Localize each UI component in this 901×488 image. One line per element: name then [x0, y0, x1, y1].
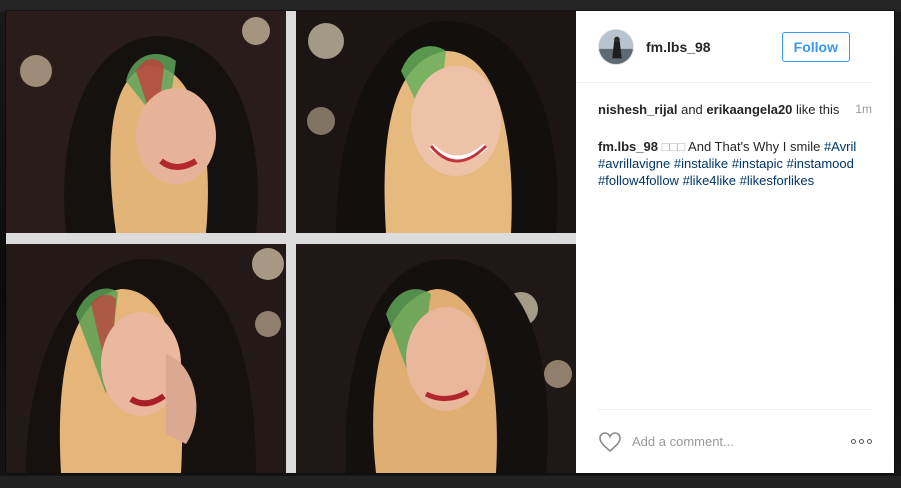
post-caption: fm.lbs_98 □□□ And That's Why I smile #Av…: [598, 138, 872, 189]
user-avatar[interactable]: [598, 28, 634, 65]
hashtag-link[interactable]: #likesforlikes: [740, 173, 814, 188]
liker-link-2[interactable]: erikaangela20: [706, 102, 792, 117]
header-username[interactable]: fm.lbs_98: [646, 39, 782, 55]
post-details: nishesh_rijal and erikaangela20 like thi…: [576, 83, 894, 409]
post-timestamp[interactable]: 1m: [855, 101, 872, 116]
photo-tile-4: [296, 244, 576, 473]
photo-tile-2: [296, 11, 576, 233]
hashtag-link[interactable]: #like4like: [683, 173, 736, 188]
hashtag-link[interactable]: #avrillavigne: [598, 156, 670, 171]
caption-text: And That's Why I smile: [685, 139, 824, 154]
backdrop-strip-bottom: [0, 476, 901, 488]
caption-symbols: □□□: [657, 139, 686, 154]
hashtag-link[interactable]: #instamood: [787, 156, 854, 171]
more-dot: [851, 439, 856, 444]
follow-button[interactable]: Follow: [781, 31, 850, 62]
post-header: fm.lbs_98 Follow: [576, 11, 872, 83]
likes-connector: and: [677, 102, 707, 117]
post-photo-collage[interactable]: [6, 11, 576, 473]
likes-row: nishesh_rijal and erikaangela20 like thi…: [598, 101, 872, 118]
likes-suffix: like this: [792, 102, 840, 117]
hashtag-link[interactable]: #instapic: [732, 156, 783, 171]
more-dot: [867, 439, 872, 444]
hashtag-link[interactable]: #follow4follow: [598, 173, 679, 188]
liker-link-1[interactable]: nishesh_rijal: [598, 102, 677, 117]
comment-input[interactable]: [632, 434, 845, 449]
photo-tile-1: [6, 11, 286, 233]
heart-outline-icon[interactable]: [598, 431, 622, 453]
likes-summary: nishesh_rijal and erikaangela20 like thi…: [598, 101, 843, 118]
photo-tile-3: [6, 244, 286, 473]
post-modal: fm.lbs_98 Follow nishesh_rijal and erika…: [6, 11, 894, 473]
post-sidebar: fm.lbs_98 Follow nishesh_rijal and erika…: [576, 11, 894, 473]
more-dot: [859, 439, 864, 444]
more-options-icon[interactable]: [845, 433, 872, 450]
caption-username[interactable]: fm.lbs_98: [598, 139, 658, 154]
hashtag-link[interactable]: #instalike: [674, 156, 728, 171]
post-actions: [598, 409, 872, 473]
hashtag-link[interactable]: #Avril: [824, 139, 856, 154]
